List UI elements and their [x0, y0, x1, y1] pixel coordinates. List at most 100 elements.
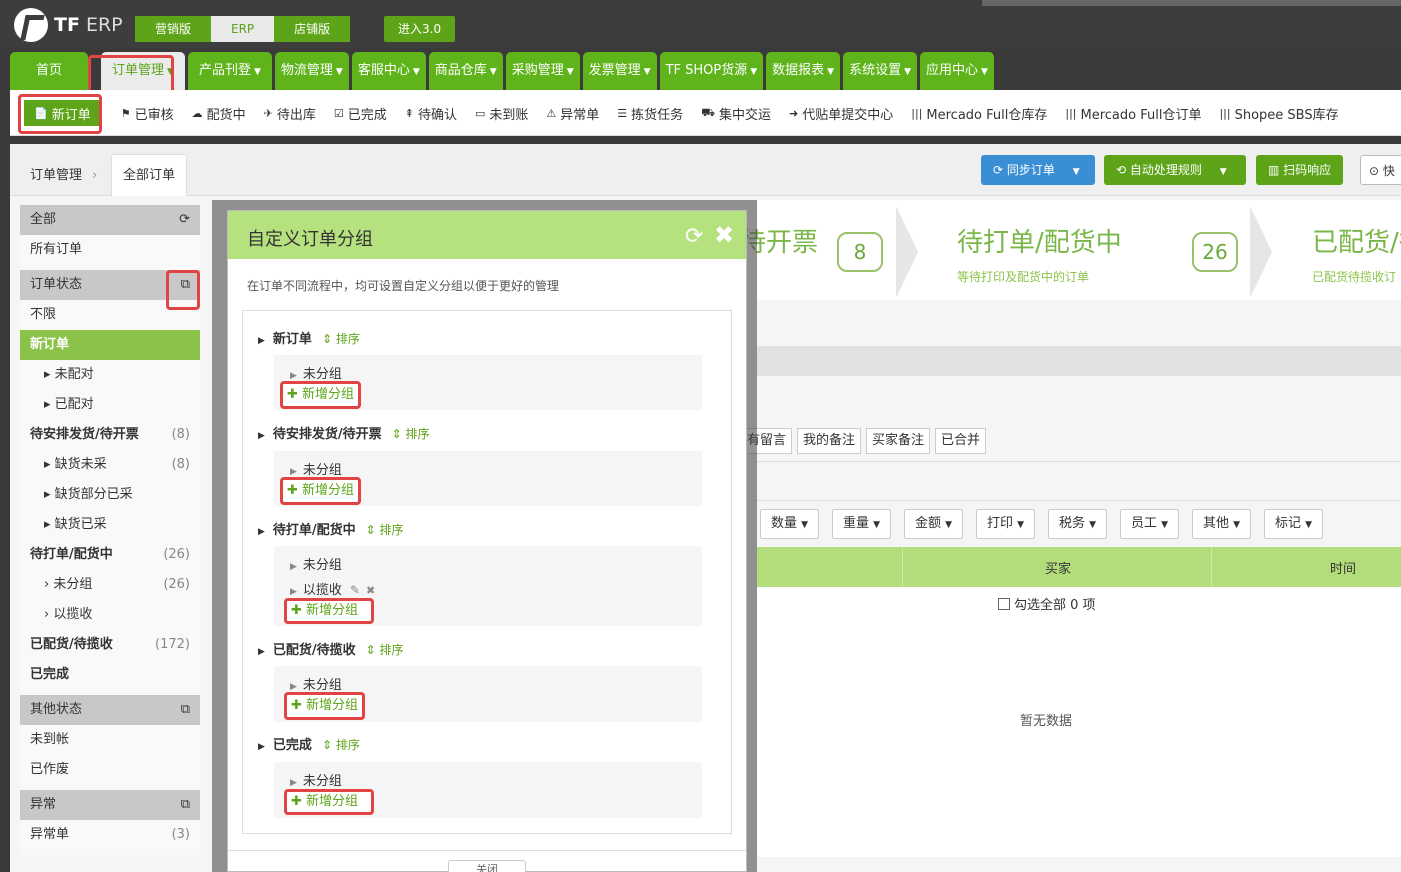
group-ungrouped[interactable]: ▶ 未分组: [290, 363, 342, 382]
edit-icon[interactable]: ✎: [350, 583, 360, 597]
nav-invoice[interactable]: 发票管理 ▼: [582, 52, 657, 90]
subnav-new-order[interactable]: 📄 新订单: [22, 98, 103, 128]
subnav-shopee-sbs[interactable]: ||| Shopee SBS库存: [1219, 104, 1338, 123]
subnav-label-center[interactable]: ➜ 代贴单提交中心: [789, 104, 893, 123]
stat-invoice-count[interactable]: 8: [837, 232, 883, 272]
sidebar-no-limit[interactable]: 不限: [20, 300, 200, 330]
sidebar-all[interactable]: 全部 ⟳: [20, 205, 200, 235]
sync-orders-button[interactable]: ⟳ 同步订单 ▼: [981, 155, 1095, 185]
sidebar-short-partial[interactable]: ▸ 缺货部分已采: [20, 480, 200, 510]
select-all-checkbox[interactable]: [998, 597, 1010, 610]
auto-rules-button[interactable]: ⟲ 自动处理规则 ▼: [1104, 155, 1246, 185]
subnav-completed[interactable]: ☑ 已完成: [334, 104, 387, 123]
sidebar-new-order[interactable]: 新订单: [20, 330, 200, 360]
stat-printing-count[interactable]: 26: [1192, 232, 1238, 272]
add-group-button[interactable]: ✚ 新增分组: [284, 789, 374, 815]
tag-merged[interactable]: 已合并: [935, 428, 987, 454]
sidebar-unpaid[interactable]: 未到帐: [20, 725, 200, 755]
subnav-mercado-orders[interactable]: ||| Mercado Full仓订单: [1065, 104, 1201, 123]
nav-warehouse[interactable]: 商品仓库 ▼: [428, 52, 503, 90]
sidebar-pending-ship[interactable]: 待安排发货/待开票 (8): [20, 420, 200, 450]
group-ungrouped[interactable]: ▶ 未分组: [290, 674, 342, 693]
stat-shipped-title[interactable]: 已配货/待: [1312, 222, 1401, 259]
sitemap-icon[interactable]: ⧉: [181, 695, 190, 725]
tag-buyer-note[interactable]: 买家备注: [866, 428, 931, 454]
nav-tfshop-source[interactable]: TF SHOP货源 ▼: [659, 52, 764, 90]
nav-product-listing[interactable]: 产品刊登 ▼: [187, 52, 272, 90]
subnav-unpaid[interactable]: ▭ 未到账: [475, 104, 528, 123]
nav-settings[interactable]: 系统设置 ▼: [843, 52, 918, 90]
refresh-icon[interactable]: ⟳: [179, 205, 190, 235]
sidebar-abnormal[interactable]: 异常 ⧉: [20, 790, 200, 820]
nav-logistics[interactable]: 物流管理 ▼: [274, 52, 349, 90]
sort-link[interactable]: ⇕ 排序: [322, 332, 360, 346]
subnav-abnormal[interactable]: ⚠ 异常单: [546, 104, 599, 123]
delete-icon[interactable]: ✖: [366, 584, 375, 597]
tag-my-note[interactable]: 我的备注: [797, 428, 862, 454]
quick-button[interactable]: ⊙ 快: [1360, 155, 1401, 185]
sidebar-unmatched[interactable]: ▸ 未配对: [20, 360, 200, 390]
sort-link[interactable]: ⇕ 排序: [322, 738, 360, 752]
col-time[interactable]: 时间: [1330, 558, 1356, 577]
subnav-to-confirm[interactable]: ⇞ 待确认: [405, 104, 457, 123]
group-ungrouped[interactable]: ▶ 未分组: [290, 459, 342, 478]
select-all[interactable]: 勾选全部 0 项: [998, 594, 1096, 613]
version-erp[interactable]: ERP: [211, 16, 275, 42]
add-group-button[interactable]: ✚ 新增分组: [284, 692, 366, 720]
sitemap-icon[interactable]: ⧉: [181, 790, 190, 820]
col-buyer[interactable]: 买家: [1045, 558, 1071, 577]
refresh-icon[interactable]: ⟳: [685, 224, 703, 249]
filter-weight[interactable]: 重量 ▼: [832, 509, 892, 539]
group-collected[interactable]: ▶ 以揽收 ✎ ✖: [290, 579, 375, 598]
group-ungrouped[interactable]: ▶ 未分组: [290, 554, 342, 573]
add-group-button[interactable]: ✚ 新增分组: [280, 381, 362, 409]
sidebar-abnormal-list[interactable]: 异常单 (3): [20, 820, 200, 850]
sidebar-void[interactable]: 已作废: [20, 755, 200, 785]
sidebar-done[interactable]: 已完成: [20, 660, 200, 690]
nav-customer-service[interactable]: 客服中心 ▼: [351, 52, 426, 90]
sidebar-printing[interactable]: 待打单/配货中 (26): [20, 540, 200, 570]
sitemap-icon[interactable]: ⧉: [181, 270, 190, 300]
section-new-order[interactable]: ▶ 新订单 ⇕ 排序: [258, 328, 360, 347]
sidebar-matched[interactable]: ▸ 已配对: [20, 390, 200, 420]
nav-order-management[interactable]: 订单管理 ▼: [101, 52, 185, 90]
sort-link[interactable]: ⇕ 排序: [392, 427, 430, 441]
sort-link[interactable]: ⇕ 排序: [366, 643, 404, 657]
scan-button[interactable]: ▥ 扫码响应: [1256, 155, 1344, 185]
subnav-mercado-stock[interactable]: ||| Mercado Full仓库存: [911, 104, 1047, 123]
subnav-picking[interactable]: ☁ 配货中: [192, 104, 246, 123]
subnav-batch-ship[interactable]: ⛟ 集中交运: [701, 104, 771, 123]
filter-tax[interactable]: 税务 ▼: [1048, 509, 1108, 539]
filter-other[interactable]: 其他 ▼: [1192, 509, 1252, 539]
sidebar-short-unbought[interactable]: ▸ 缺货未采 (8): [20, 450, 200, 480]
sidebar-ungrouped[interactable]: › 未分组 (26): [20, 570, 200, 600]
section-done[interactable]: ▶ 已完成 ⇕ 排序: [258, 734, 360, 753]
stat-printing-title[interactable]: 待打单/配货中: [957, 222, 1122, 259]
section-pending-ship[interactable]: ▶ 待安排发货/待开票 ⇕ 排序: [258, 423, 430, 442]
sidebar-short-bought[interactable]: ▸ 缺货已采: [20, 510, 200, 540]
sidebar-shipped[interactable]: 已配货/待揽收 (172): [20, 630, 200, 660]
nav-reports[interactable]: 数据报表 ▼: [766, 52, 841, 90]
filter-print[interactable]: 打印 ▼: [976, 509, 1036, 539]
filter-amount[interactable]: 金额 ▼: [904, 509, 964, 539]
filter-quantity[interactable]: 数量 ▼: [760, 509, 820, 539]
close-icon[interactable]: ✖: [714, 221, 734, 249]
version-shop[interactable]: 店铺版: [274, 16, 351, 42]
subnav-pick-task[interactable]: ☰ 拣货任务: [617, 104, 683, 123]
sidebar-collected[interactable]: › 以揽收: [20, 600, 200, 630]
nav-apps[interactable]: 应用中心 ▼: [920, 52, 994, 90]
nav-purchasing[interactable]: 采购管理 ▼: [505, 52, 580, 90]
section-shipped[interactable]: ▶ 已配货/待揽收 ⇕ 排序: [258, 639, 404, 658]
tab-all-orders[interactable]: 全部订单: [111, 154, 188, 196]
brand-logo[interactable]: TF ERP: [14, 8, 123, 42]
sort-link[interactable]: ⇕ 排序: [366, 523, 404, 537]
subnav-to-ship[interactable]: ✈ 待出库: [264, 104, 316, 123]
nav-home[interactable]: 首页: [10, 52, 89, 90]
enter-v3-button[interactable]: 进入3.0: [384, 16, 456, 42]
filter-mark[interactable]: 标记 ▼: [1264, 509, 1324, 539]
sidebar-other-status[interactable]: 其他状态 ⧉: [20, 695, 200, 725]
sidebar-order-status[interactable]: 订单状态 ⧉: [20, 270, 200, 300]
modal-close-button[interactable]: 关闭: [448, 860, 526, 872]
sidebar-all-orders[interactable]: 所有订单: [20, 235, 200, 265]
section-printing[interactable]: ▶ 待打单/配货中 ⇕ 排序: [258, 519, 404, 538]
